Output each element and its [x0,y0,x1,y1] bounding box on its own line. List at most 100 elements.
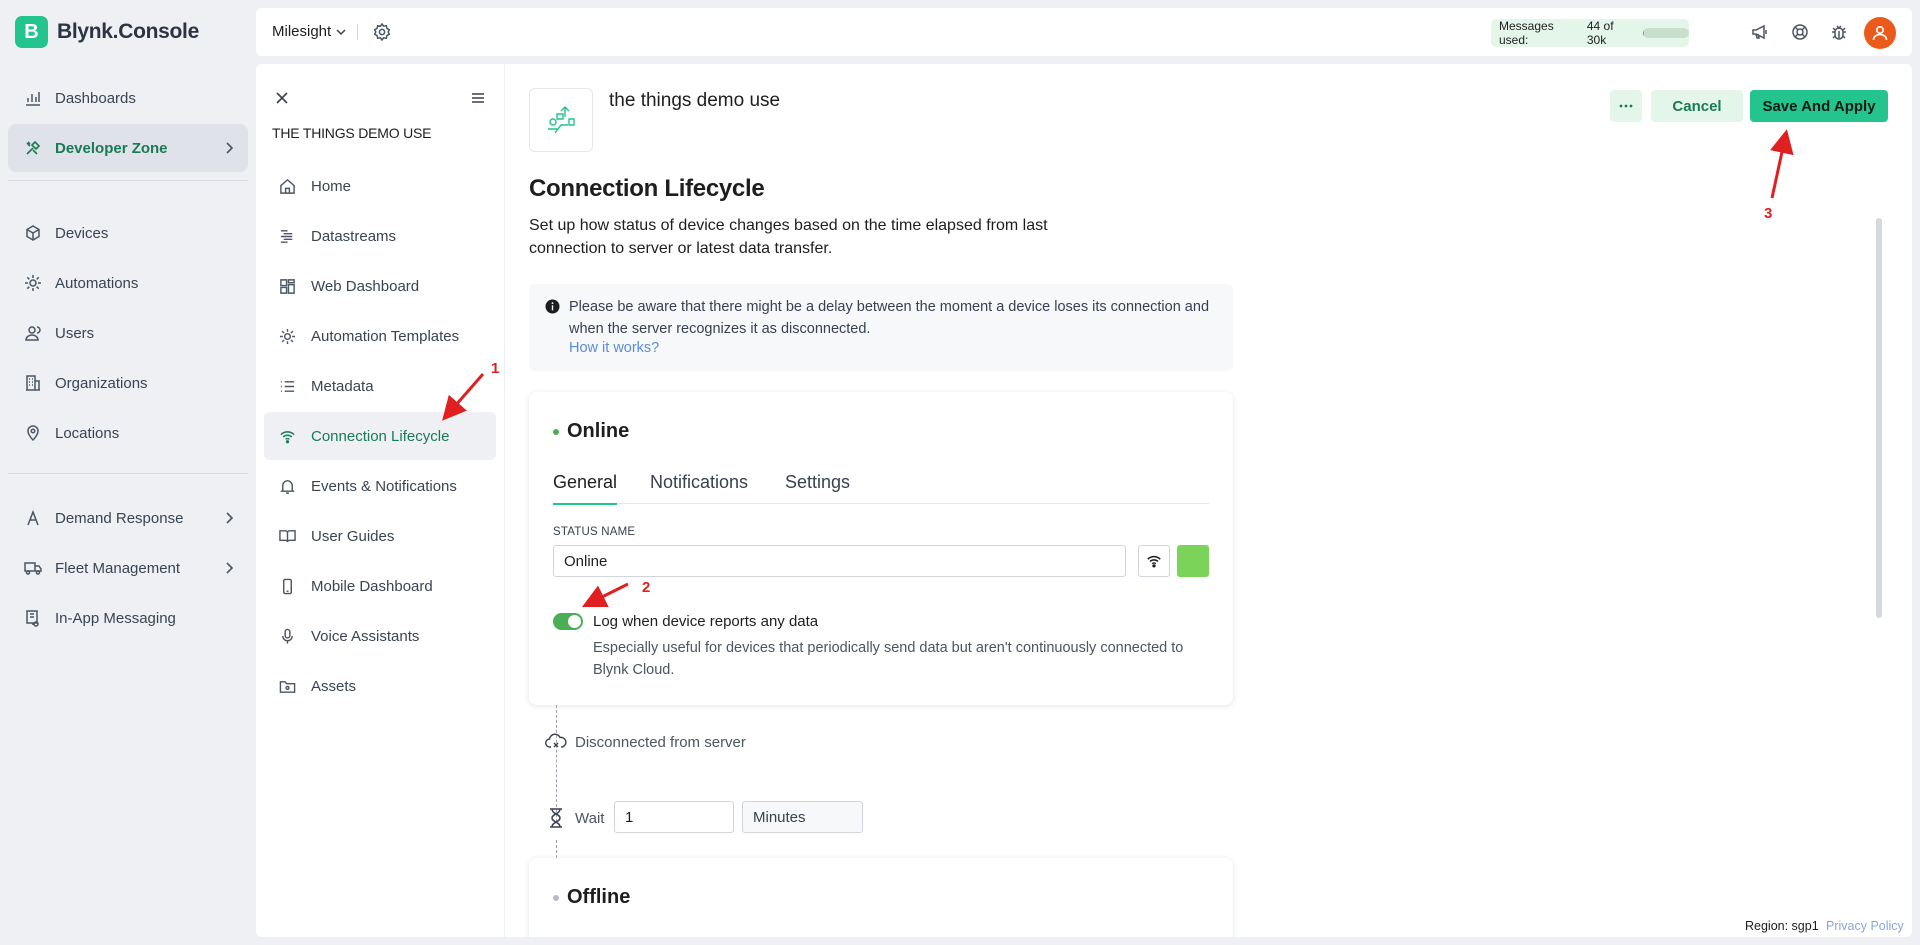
offline-status-title: Offline [553,886,630,909]
template-name: the things demo use [609,90,781,111]
bell-icon [280,479,295,494]
subnav-item-label: Web Dashboard [311,277,420,295]
nav-item-label: Organizations [55,374,148,392]
home-icon [280,178,295,194]
subnav-item-mobile-dashboard[interactable]: Mobile Dashboard [264,562,496,610]
sun-gear-icon [25,275,41,291]
disconnected-label: Disconnected from server [575,733,746,751]
scrollbar[interactable] [1876,218,1882,618]
tab-general[interactable]: General [553,472,618,505]
template-image[interactable] [529,88,593,152]
folder-icon [279,680,296,693]
nav-item-label: Devices [55,224,109,242]
nav-item-developer-zone[interactable]: Developer Zone [8,124,248,172]
wait-label: Wait [575,809,605,827]
subnav-item-datastreams[interactable]: Datastreams [264,212,496,260]
subnav-item-metadata[interactable]: Metadata [264,362,496,410]
status-name-input[interactable] [553,545,1126,577]
left-navigation: B Blynk.Console Dashboards Developer Zon… [0,0,256,945]
template-sidebar: THE THINGS DEMO USE Home Datastreams Web… [256,64,504,937]
delay-notice: Please be aware that there might be a de… [529,284,1233,371]
nav-item-label: Locations [55,424,120,442]
status-name-label: STATUS NAME [553,526,636,538]
building-icon [26,375,40,391]
nav-item-dashboards[interactable]: Dashboards [8,74,248,122]
online-status-card: Online General Notifications Settings ST… [529,392,1233,705]
subnav-item-home[interactable]: Home [264,162,496,210]
page-description: Set up how status of device changes base… [529,217,1048,257]
nav-item-devices[interactable]: Devices [8,209,248,257]
offline-status-card: Offline [529,858,1233,937]
how-it-works-link[interactable]: How it works? [569,340,659,356]
subnav-item-web-dashboard[interactable]: Web Dashboard [264,262,496,310]
map-pin-icon [27,425,39,442]
nav-item-users[interactable]: Users [8,309,248,357]
status-color-picker[interactable] [1177,545,1209,577]
ellipsis-icon [1619,104,1633,108]
notice-text: Please be aware that there might be a de… [569,299,1210,337]
subnav-item-automation-templates[interactable]: Automation Templates [264,312,496,360]
cancel-button[interactable]: Cancel [1651,90,1743,122]
tab-notifications[interactable]: Notifications [650,472,748,504]
subnav-item-label: Automation Templates [311,327,460,345]
tab-settings[interactable]: Settings [785,472,850,504]
nav-item-label: Fleet Management [55,559,181,577]
organization-switcher[interactable]: Milesight [272,23,347,40]
timeline-connector [556,840,557,858]
log-any-data-toggle[interactable] [553,613,583,630]
nav-item-locations[interactable]: Locations [8,409,248,457]
help-lifebuoy-icon[interactable] [1790,22,1810,42]
status-dot [553,428,559,435]
close-icon[interactable] [274,90,290,106]
wait-unit-select[interactable]: Minutes [742,801,863,833]
subnav-item-events-notifications[interactable]: Events & Notifications [264,462,496,510]
wait-duration-input[interactable] [614,801,734,833]
subnav-item-user-guides[interactable]: User Guides [264,512,496,560]
more-options-button[interactable] [1610,90,1642,122]
cloud-off-icon [545,733,567,748]
status-title-text: Online [567,420,630,442]
nav-item-automations[interactable]: Automations [8,259,248,307]
settings-gear-icon[interactable] [372,22,392,42]
user-avatar[interactable] [1864,17,1896,49]
nav-item-label: In-App Messaging [55,609,176,627]
nav-item-in-app-messaging[interactable]: In-App Messaging [8,594,248,642]
subnav-item-label: Datastreams [311,227,397,245]
bug-icon[interactable] [1829,22,1849,42]
info-icon [545,299,560,314]
nav-item-fleet-management[interactable]: Fleet Management [8,544,248,592]
hourglass-icon [550,808,562,828]
toggle-label: Log when device reports any data [593,613,819,630]
status-tabs: General Notifications Settings [553,472,1209,505]
timeline-connector [556,705,557,822]
template-title: THE THINGS DEMO USE [272,125,432,141]
hamburger-menu-icon[interactable] [470,90,486,106]
nav-item-label: Users [55,324,95,342]
template-device-icon [548,106,575,134]
message-icon [26,610,39,627]
divider [357,24,358,40]
status-icon-picker[interactable] [1138,545,1170,577]
top-bar: Milesight Messages used: 44 of 30k [256,8,1912,56]
privacy-policy-link[interactable]: Privacy Policy [1826,919,1904,933]
divider [8,180,248,181]
nav-item-demand-response[interactable]: Demand Response [8,494,248,542]
wait-row: Wait [545,807,604,829]
tools-icon [26,140,41,155]
automation-icon [279,328,296,344]
web-dashboard-icon [280,278,295,294]
subnav-item-connection-lifecycle[interactable]: Connection Lifecycle [264,412,496,460]
save-and-apply-button[interactable]: Save And Apply [1750,90,1888,122]
messages-usage[interactable]: Messages used: 44 of 30k [1491,19,1689,47]
megaphone-icon[interactable] [1750,22,1770,42]
subnav-item-label: Home [311,177,352,195]
compass-icon [27,509,39,526]
subnav-item-assets[interactable]: Assets [264,662,496,710]
org-name: Milesight [272,23,332,40]
brand[interactable]: B Blynk.Console [15,16,199,48]
subnav-item-label: User Guides [311,527,395,545]
toggle-hint: Especially useful for devices that perio… [593,640,1184,678]
subnav-item-voice-assistants[interactable]: Voice Assistants [264,612,496,660]
nav-item-organizations[interactable]: Organizations [8,359,248,407]
messages-label: Messages used: [1499,19,1554,47]
